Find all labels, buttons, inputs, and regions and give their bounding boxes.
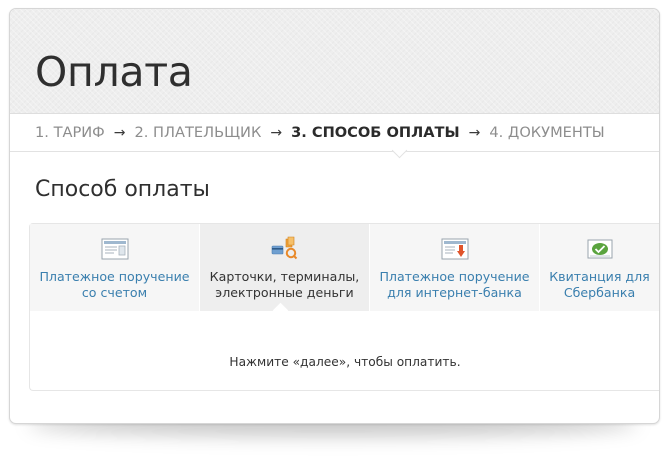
arrow-right-icon: → [270,125,283,141]
sberbank-receipt-icon [587,239,612,259]
step-payment-method: 3. СПОСОБ ОПЛАТЫ [291,124,460,141]
cards-terminals-icon [271,236,297,260]
internet-bank-document-icon [441,238,468,260]
payment-method-tabs: Платежное поручение со счетом Карточки, … [30,224,659,319]
method-tab-sberbank[interactable]: Квитанция для Сбербанка [540,224,659,311]
page-title: Оплата [35,48,193,96]
method-label: Карточки, терминалы, электронные деньги [209,269,360,300]
payment-card: Оплата 1. ТАРИФ → 2. ПЛАТЕЛЬЩИК → 3. СПОСОБ … [9,8,660,424]
method-label: Платежное поручение для интернет-банка [379,269,530,300]
payment-methods-panel: Платежное поручение со счетом Карточки, … [29,223,659,391]
method-tab-invoice[interactable]: Платежное поручение со счетом [30,224,200,311]
section-title: Способ оплаты [35,177,210,202]
step-payer[interactable]: 2. ПЛАТЕЛЬЩИК [134,124,261,141]
method-tab-internet-bank[interactable]: Платежное поручение для интернет-банка [370,224,540,311]
method-label: Квитанция для Сбербанка [549,269,650,300]
step-tariff[interactable]: 1. ТАРИФ [35,124,105,141]
page-header: Оплата [10,9,659,114]
arrow-right-icon: → [113,125,126,141]
steps-list: 1. ТАРИФ → 2. ПЛАТЕЛЬЩИК → 3. СПОСОБ ОПЛАТЫ →… [35,124,605,142]
method-tab-cards[interactable]: Карточки, терминалы, электронные деньги [200,224,370,311]
steps-bar: 1. ТАРИФ → 2. ПЛАТЕЛЬЩИК → 3. СПОСОБ ОПЛАТЫ →… [10,114,659,152]
method-label: Платежное поручение со счетом [39,269,190,300]
arrow-right-icon: → [468,125,481,141]
invoice-document-icon [101,238,128,260]
step-documents[interactable]: 4. ДОКУМЕНТЫ [489,124,604,141]
payment-hint: Нажмите «далее», чтобы оплатить. [229,355,461,369]
